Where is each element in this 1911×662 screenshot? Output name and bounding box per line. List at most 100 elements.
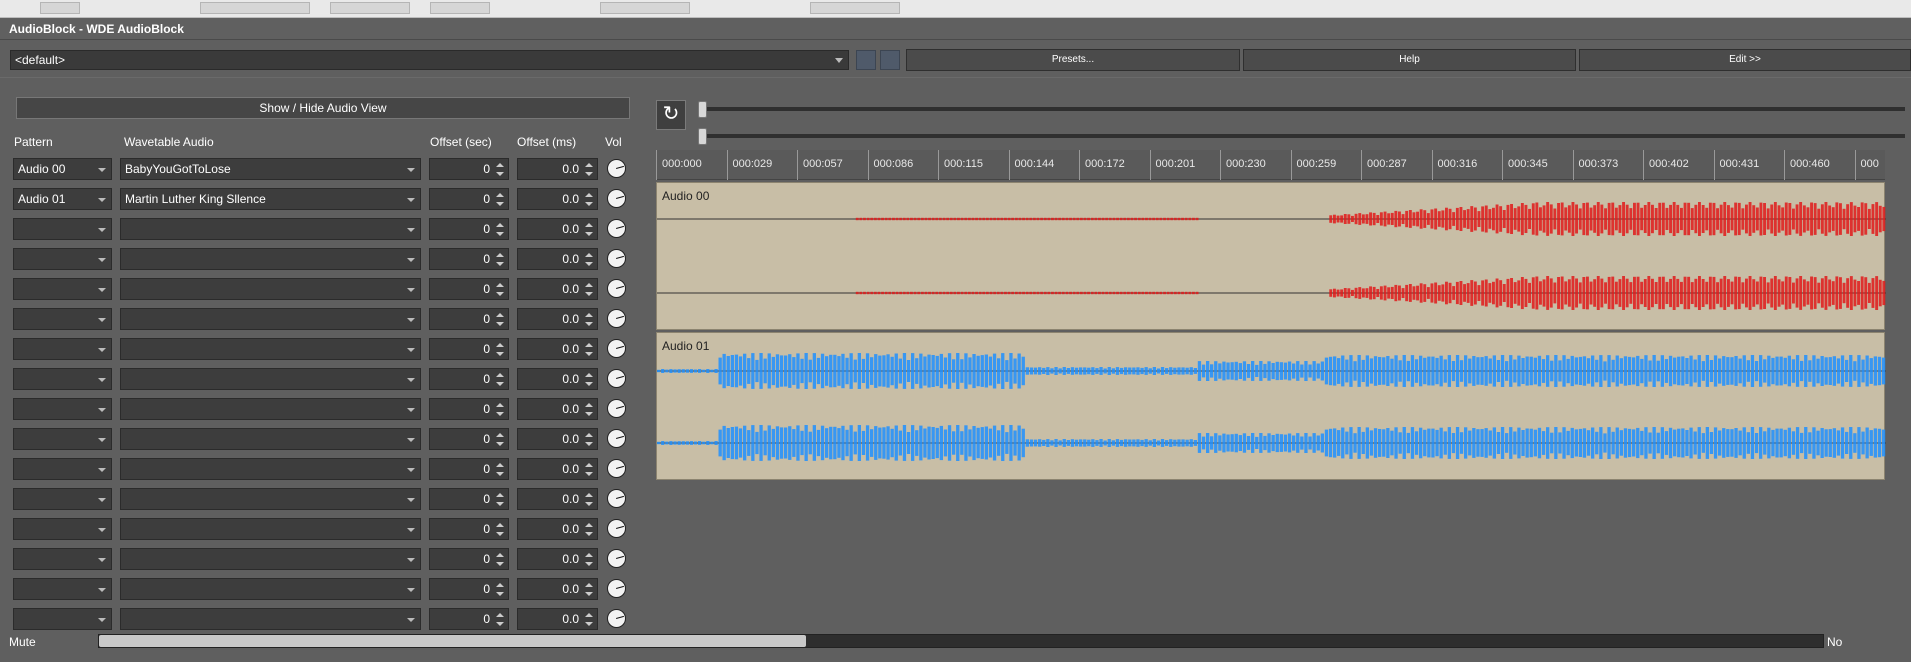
spin-arrows-icon[interactable] — [496, 463, 504, 477]
volume-knob[interactable] — [607, 189, 626, 208]
edit-button[interactable]: Edit >> — [1579, 49, 1911, 71]
horizontal-scrollbar[interactable] — [98, 634, 1824, 648]
volume-knob[interactable] — [607, 459, 626, 478]
preset-select[interactable]: <default> — [10, 50, 849, 70]
spin-arrows-icon[interactable] — [496, 373, 504, 387]
scroll-slider-handle[interactable] — [698, 128, 707, 145]
spin-arrows-icon[interactable] — [585, 403, 593, 417]
spin-arrows-icon[interactable] — [496, 583, 504, 597]
wavetable-select[interactable] — [120, 248, 421, 270]
wavetable-select[interactable] — [120, 458, 421, 480]
volume-knob[interactable] — [607, 159, 626, 178]
timeline-ruler[interactable]: 000:000 000:029 000:057 000:086 000:115 000:1… — [656, 150, 1885, 180]
offset-ms-stepper[interactable]: 0.0 — [517, 308, 598, 330]
volume-knob[interactable] — [607, 489, 626, 508]
spin-arrows-icon[interactable] — [585, 463, 593, 477]
help-button[interactable]: Help — [1243, 49, 1576, 71]
wavetable-select[interactable] — [120, 518, 421, 540]
pattern-select[interactable] — [13, 398, 112, 420]
volume-knob[interactable] — [607, 369, 626, 388]
wavetable-select[interactable]: BabyYouGotToLose — [120, 158, 421, 180]
spin-arrows-icon[interactable] — [585, 613, 593, 627]
spin-arrows-icon[interactable] — [496, 403, 504, 417]
spin-arrows-icon[interactable] — [585, 493, 593, 507]
volume-knob[interactable] — [607, 219, 626, 238]
spin-arrows-icon[interactable] — [496, 493, 504, 507]
offset-sec-stepper[interactable]: 0 — [429, 278, 509, 300]
toolbar-button[interactable] — [40, 2, 80, 14]
spin-arrows-icon[interactable] — [585, 223, 593, 237]
pattern-select[interactable] — [13, 248, 112, 270]
scroll-slider-track[interactable] — [700, 134, 1905, 138]
spin-arrows-icon[interactable] — [585, 313, 593, 327]
spin-arrows-icon[interactable] — [496, 553, 504, 567]
offset-ms-stepper[interactable]: 0.0 — [517, 188, 598, 210]
offset-sec-stepper[interactable]: 0 — [429, 398, 509, 420]
pattern-select[interactable] — [13, 338, 112, 360]
volume-knob[interactable] — [607, 279, 626, 298]
track-audio-00[interactable]: Audio 00 — [656, 182, 1886, 330]
volume-knob[interactable] — [607, 399, 626, 418]
offset-sec-stepper[interactable]: 0 — [429, 368, 509, 390]
offset-sec-stepper[interactable]: 0 — [429, 488, 509, 510]
offset-ms-stepper[interactable]: 0.0 — [517, 428, 598, 450]
wavetable-select[interactable] — [120, 488, 421, 510]
spin-arrows-icon[interactable] — [496, 193, 504, 207]
scrollbar-thumb[interactable] — [99, 635, 806, 647]
volume-knob[interactable] — [607, 519, 626, 538]
offset-sec-stepper[interactable]: 0 — [429, 188, 509, 210]
offset-ms-stepper[interactable]: 0.0 — [517, 398, 598, 420]
wavetable-select[interactable] — [120, 398, 421, 420]
spin-arrows-icon[interactable] — [496, 283, 504, 297]
wavetable-select[interactable] — [120, 608, 421, 630]
spin-arrows-icon[interactable] — [585, 193, 593, 207]
wavetable-select[interactable] — [120, 218, 421, 240]
toolbar-field[interactable] — [600, 2, 690, 14]
volume-knob[interactable] — [607, 549, 626, 568]
redo-button[interactable] — [880, 50, 900, 70]
spin-arrows-icon[interactable] — [496, 223, 504, 237]
wavetable-select[interactable] — [120, 428, 421, 450]
toolbar-field[interactable] — [330, 2, 410, 14]
spin-arrows-icon[interactable] — [585, 583, 593, 597]
offset-sec-stepper[interactable]: 0 — [429, 428, 509, 450]
pattern-select[interactable] — [13, 278, 112, 300]
offset-ms-stepper[interactable]: 0.0 — [517, 278, 598, 300]
spin-arrows-icon[interactable] — [496, 433, 504, 447]
wavetable-select[interactable] — [120, 368, 421, 390]
spin-arrows-icon[interactable] — [496, 313, 504, 327]
pattern-select[interactable] — [13, 458, 112, 480]
offset-sec-stepper[interactable]: 0 — [429, 308, 509, 330]
wavetable-select[interactable] — [120, 278, 421, 300]
spin-arrows-icon[interactable] — [496, 163, 504, 177]
pattern-select[interactable] — [13, 428, 112, 450]
volume-knob[interactable] — [607, 339, 626, 358]
offset-sec-stepper[interactable]: 0 — [429, 578, 509, 600]
offset-ms-stepper[interactable]: 0.0 — [517, 338, 598, 360]
wavetable-select[interactable] — [120, 308, 421, 330]
spin-arrows-icon[interactable] — [585, 373, 593, 387]
volume-knob[interactable] — [607, 429, 626, 448]
offset-sec-stepper[interactable]: 0 — [429, 608, 509, 630]
offset-ms-stepper[interactable]: 0.0 — [517, 158, 598, 180]
toolbar-field[interactable] — [810, 2, 900, 14]
refresh-button[interactable]: ↻ — [656, 100, 686, 130]
pattern-select[interactable] — [13, 218, 112, 240]
undo-button[interactable] — [856, 50, 876, 70]
pattern-select[interactable]: Audio 00 — [13, 158, 112, 180]
zoom-slider-handle[interactable] — [698, 101, 707, 118]
volume-knob[interactable] — [607, 579, 626, 598]
spin-arrows-icon[interactable] — [585, 523, 593, 537]
offset-sec-stepper[interactable]: 0 — [429, 548, 509, 570]
show-hide-audio-view-button[interactable]: Show / Hide Audio View — [16, 97, 630, 119]
offset-ms-stepper[interactable]: 0.0 — [517, 368, 598, 390]
wavetable-select[interactable] — [120, 548, 421, 570]
wavetable-select[interactable]: Martin Luther King Sllence — [120, 188, 421, 210]
spin-arrows-icon[interactable] — [496, 523, 504, 537]
spin-arrows-icon[interactable] — [585, 553, 593, 567]
volume-knob[interactable] — [607, 609, 626, 628]
spin-arrows-icon[interactable] — [496, 613, 504, 627]
track-audio-01[interactable]: Audio 01 — [656, 332, 1886, 480]
spin-arrows-icon[interactable] — [585, 163, 593, 177]
spin-arrows-icon[interactable] — [585, 283, 593, 297]
